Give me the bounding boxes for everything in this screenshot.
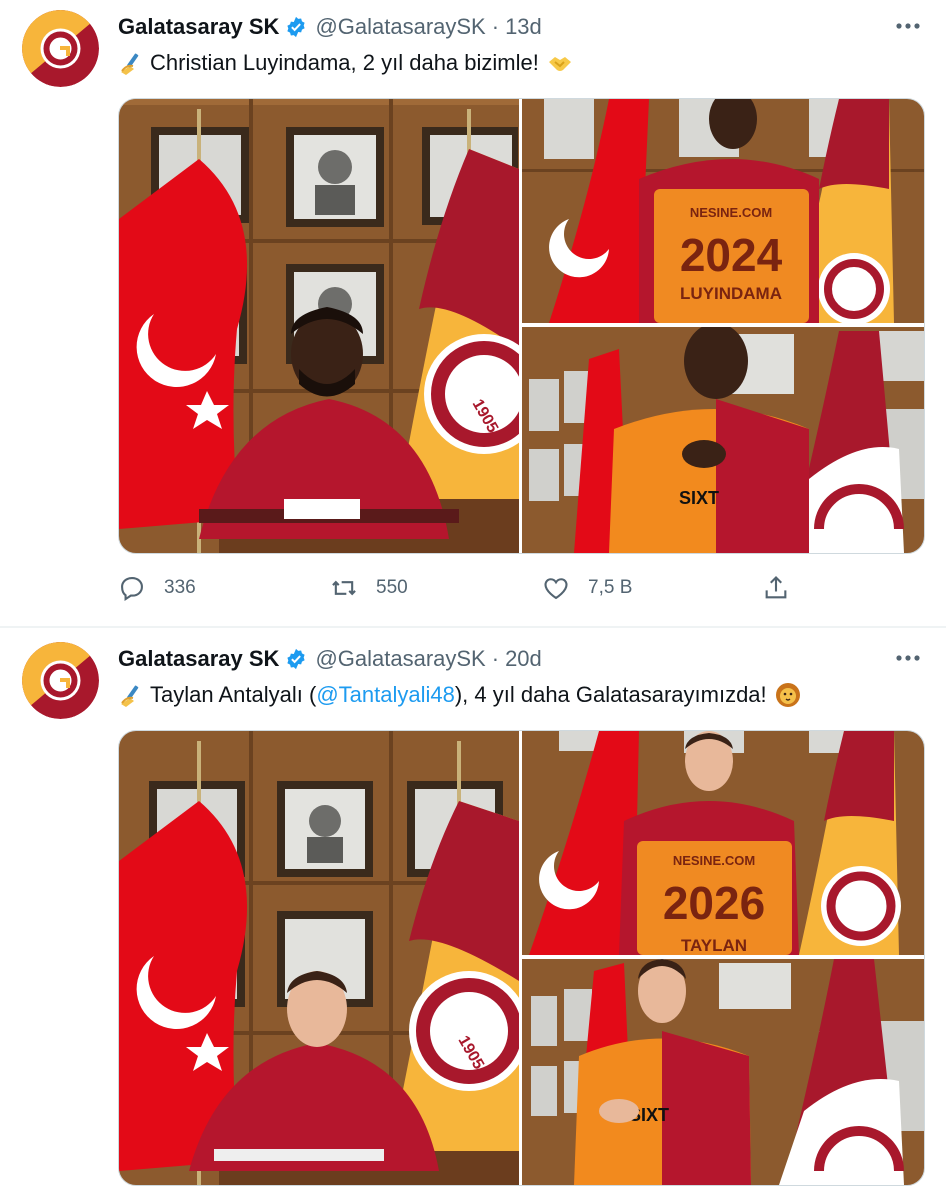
writing-hand-icon [118,50,144,76]
reply-button[interactable]: 336 [118,570,196,606]
share-button[interactable] [762,570,808,606]
heart-icon [544,578,568,600]
avatar[interactable] [22,10,99,87]
author-handle[interactable]: @GalatasaraySK [315,14,485,40]
like-button[interactable]: 7,5 B [542,570,632,606]
jersey-sponsor: NESINE.COM [690,205,772,220]
tweet-header: Galatasaray SK @GalatasaraySK · 13d [118,12,542,42]
mention-link[interactable]: @Tantalyali48 [316,680,455,710]
tweet-text-main: Christian Luyindama, 2 yıl daha bizimle! [150,50,539,75]
tweet-timestamp[interactable]: 20d [505,646,542,672]
jersey-name: LUYINDAMA [680,284,782,303]
like-count: 7,5 B [588,577,633,598]
writing-hand-icon [118,682,144,708]
share-icon [765,576,787,599]
more-options-icon[interactable] [894,14,922,38]
jersey-number: 2024 [680,229,783,281]
retweet-icon [332,580,356,596]
pose-photo[interactable]: SIXT [522,959,924,1185]
retweet-button[interactable]: 550 [330,570,408,606]
jersey-name: TAYLAN [681,936,747,955]
tweet-header: Galatasaray SK @GalatasaraySK · 20d [118,644,542,674]
avatar[interactable] [22,642,99,719]
author-name[interactable]: Galatasaray SK [118,14,279,40]
tweet-media-grid[interactable]: 1905 NESINE.COM 2024 LUYINDAMA SIXT [118,98,925,554]
shirt-sponsor: SIXT [679,488,719,508]
jersey-number: 2026 [663,877,765,929]
handshake-icon [547,50,573,76]
verified-badge-icon [285,16,307,38]
tweet-text-tail: ), 4 yıl daha Galatasarayımızda! [454,682,767,707]
more-options-icon[interactable] [894,646,922,670]
reply-count: 336 [164,577,196,598]
signing-photo[interactable]: 1905 [119,99,544,553]
jersey-photo[interactable]: NESINE.COM 2026 TAYLAN [522,731,924,955]
verified-badge-icon [285,648,307,670]
lion-face-icon [775,682,801,708]
jersey-sponsor: NESINE.COM [673,853,755,868]
author-handle[interactable]: @GalatasaraySK [315,646,485,672]
reply-icon [121,577,143,602]
pose-photo[interactable]: SIXT [522,323,924,553]
signing-photo[interactable]: 1905 [119,731,529,1185]
tweet-actions: 336 550 7,5 B [118,570,808,606]
tweet-timestamp[interactable]: 13d [505,14,542,40]
tweet-text-main: Taylan Antalyalı ( [150,682,317,707]
separator-dot: · [491,646,500,671]
tweet[interactable]: Galatasaray SK @GalatasaraySK · 13d Chri… [0,0,946,626]
retweet-count: 550 [376,577,408,598]
tweet-media-grid[interactable]: 1905 NESINE.COM 2026 TAYLAN SIXT [118,730,925,1186]
tweet-text: Christian Luyindama, 2 yıl daha bizimle! [118,48,573,78]
separator-dot: · [491,14,500,39]
author-name[interactable]: Galatasaray SK [118,646,279,672]
tweet[interactable]: Galatasaray SK @GalatasaraySK · 20d Tayl… [0,628,946,1200]
jersey-photo[interactable]: NESINE.COM 2024 LUYINDAMA [522,99,924,325]
tweet-text: Taylan Antalyalı (@Tantalyali48), 4 yıl … [118,680,801,710]
